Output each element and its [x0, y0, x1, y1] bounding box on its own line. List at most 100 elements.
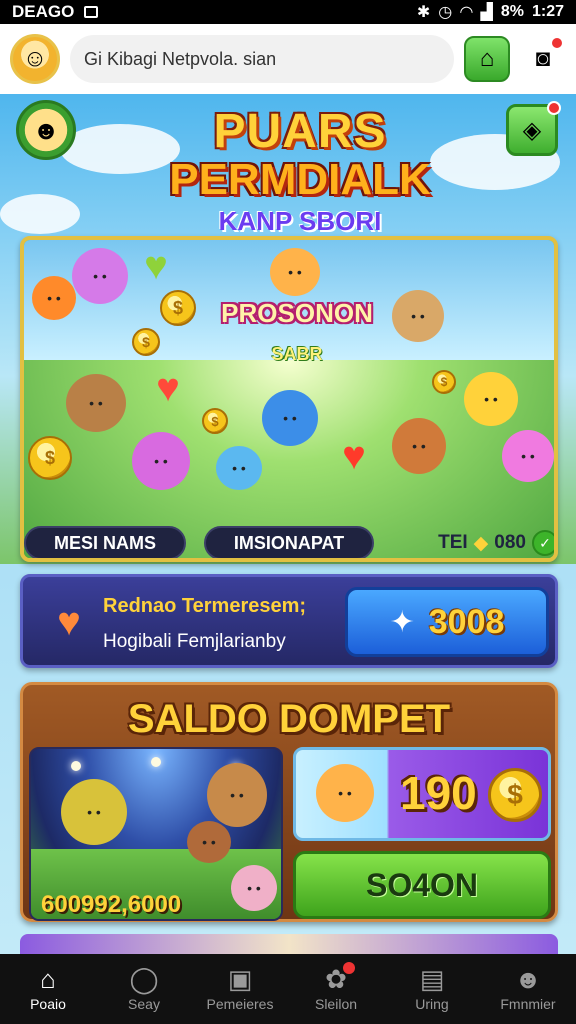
wallet-card: SALDO DOMPET • • • • • • • • 600992,6000…: [20, 682, 558, 922]
notification-badge: [550, 36, 564, 50]
alarm-icon: ◷: [438, 4, 453, 21]
chip-left-button[interactable]: MESI NAMS: [24, 526, 186, 558]
nav-item-gallery[interactable]: ▣ Pemeieres: [192, 966, 288, 1012]
wallet-action-button[interactable]: SO4ON: [293, 851, 551, 919]
dog-critter-icon: • •: [66, 374, 126, 432]
clock-label: 1:27: [531, 3, 564, 20]
heart-trophy-icon: ♥: [57, 599, 81, 644]
score-label: TEI: [438, 532, 468, 553]
notifications-button[interactable]: ◙: [520, 36, 566, 82]
coin-icon: $: [160, 290, 196, 326]
game-logo: PUARS PERMDIALK KANP SBORI: [150, 105, 450, 236]
bottom-navigation: ⌂ Poaio ◯ Seay ▣ Pemeieres ✿ Sleilon ▤ U…: [0, 954, 576, 1024]
banner-title: PROSONON: [221, 298, 373, 328]
search-box[interactable]: [70, 35, 454, 83]
rabbit-icon: ✦: [389, 605, 415, 639]
balance-tile[interactable]: • • 190 $: [293, 747, 551, 841]
gallery-icon: ▣: [227, 964, 253, 994]
coin-icon: $: [132, 328, 160, 356]
chat-icon: ◯: [129, 964, 159, 994]
nav-item-home[interactable]: ⌂ Poaio: [0, 966, 96, 1012]
next-card-peek: [20, 934, 558, 954]
nav-item-alerts[interactable]: ✿ Sleilon: [288, 962, 384, 1012]
fox-critter-icon: • •: [187, 821, 231, 863]
hedgehog-critter-icon: • •: [262, 390, 318, 446]
nav-item-tasks[interactable]: ▤ Uring: [384, 966, 480, 1012]
nav-label: Uring: [415, 996, 449, 1012]
search-input[interactable]: [84, 48, 440, 70]
purple-critter-icon: • •: [72, 248, 128, 304]
carrier-label: DEAGO: [12, 2, 75, 21]
reward-subtitle: Hogibali Femjlarianby: [103, 631, 286, 652]
stadium-light: [71, 761, 81, 771]
mascot-face-icon: ☺: [22, 45, 48, 72]
logo-line-3: KANP SBORI: [218, 206, 382, 236]
bear-critter-icon: • •: [392, 290, 444, 342]
red-heart-icon: ♥: [342, 434, 366, 478]
coin-icon: $: [432, 370, 456, 394]
lion-critter-icon: • •: [270, 248, 320, 296]
profile-avatar[interactable]: ☺: [10, 34, 60, 84]
blue-critter-icon: • •: [216, 446, 262, 490]
alert-badge: [342, 962, 355, 974]
camera-icon: ◙: [535, 45, 551, 72]
red-heart-icon: ♥: [156, 366, 180, 410]
price-tag-button[interactable]: ◈: [506, 101, 561, 156]
logo-line-1: PUARS: [213, 105, 387, 158]
green-heart-icon: ♥: [144, 244, 168, 288]
chip-middle-button[interactable]: IMSIONAPAT: [204, 526, 374, 558]
diamond-icon: ◆: [473, 532, 489, 554]
reward-button-value: 3008: [428, 602, 505, 641]
pink-critter-icon: • •: [132, 432, 190, 490]
reward-claim-button[interactable]: ✦ 3008: [345, 587, 549, 657]
coin-icon: $: [202, 408, 228, 434]
nav-label: Sleilon: [314, 996, 358, 1012]
score-value: 080: [494, 532, 526, 553]
player-badge-button[interactable]: ☻: [16, 100, 76, 160]
nav-label: Poaio: [30, 996, 66, 1012]
bluetooth-icon: ✱: [416, 4, 431, 21]
home-icon: ⌂: [40, 964, 56, 994]
arena-amount: 600992,6000: [41, 891, 182, 918]
gift-icon: ⌂: [479, 45, 495, 72]
reward-card: ♥ Rednao Termeresem; Hogibali Femjlarian…: [20, 574, 558, 668]
banner-subtitle: SABR: [271, 344, 323, 364]
kangaroo-critter-icon: • •: [207, 763, 267, 827]
gift-button[interactable]: ⌂: [464, 36, 510, 82]
mascot-icon: ☻: [32, 114, 60, 145]
orange-critter-icon: • •: [32, 276, 76, 320]
bell-icon: ✿: [325, 962, 355, 992]
coin-icon: $: [28, 436, 72, 480]
nav-item-chat[interactable]: ◯ Seay: [96, 966, 192, 1012]
yellow-critter-icon: • •: [464, 372, 518, 426]
dragon-critter-icon: • •: [61, 779, 127, 845]
nav-label: Seay: [128, 996, 160, 1012]
status-bar: DEAGO ✱ ◷ ◠ ▟ 8% 1:27: [0, 0, 576, 24]
cat-critter-icon: • •: [316, 764, 374, 822]
wifi-icon: ◠: [460, 4, 473, 21]
check-icon: ✓: [532, 530, 554, 556]
reward-title: Rednao Termeresem;: [103, 595, 307, 617]
coin-icon: $: [488, 768, 542, 822]
game-banner[interactable]: • • • • ♥ $ $ • • ♥ $ • • • • • • • • $ …: [20, 236, 558, 562]
wallet-title: SALDO DOMPET: [127, 697, 451, 741]
nav-label: Pemeieres: [206, 996, 274, 1012]
pink-bear-critter-icon: • •: [502, 430, 554, 482]
cloud-decoration: [0, 194, 80, 234]
score-display: TEI ◆ 080 ✓: [432, 526, 554, 558]
notification-icon: [84, 6, 99, 18]
top-app-bar: ☺ ⌂ ◙: [0, 24, 576, 94]
tag-icon: ◈: [522, 116, 542, 144]
signal-icon: ▟: [480, 4, 493, 21]
arena-image[interactable]: • • • • • • • • 600992,6000: [29, 747, 283, 921]
nav-item-friends[interactable]: ☻ Fmnmier: [480, 966, 576, 1012]
logo-line-2: PERMDIALK: [169, 155, 431, 204]
fox-critter-icon: • •: [392, 418, 446, 474]
battery-label: 8%: [500, 3, 524, 20]
tag-badge: [547, 101, 561, 115]
clipboard-icon: ▤: [419, 964, 445, 994]
pig-critter-icon: • •: [231, 865, 277, 911]
stadium-light: [151, 757, 161, 767]
balance-value: 190: [400, 767, 477, 819]
nav-label: Fmnmier: [500, 996, 556, 1012]
